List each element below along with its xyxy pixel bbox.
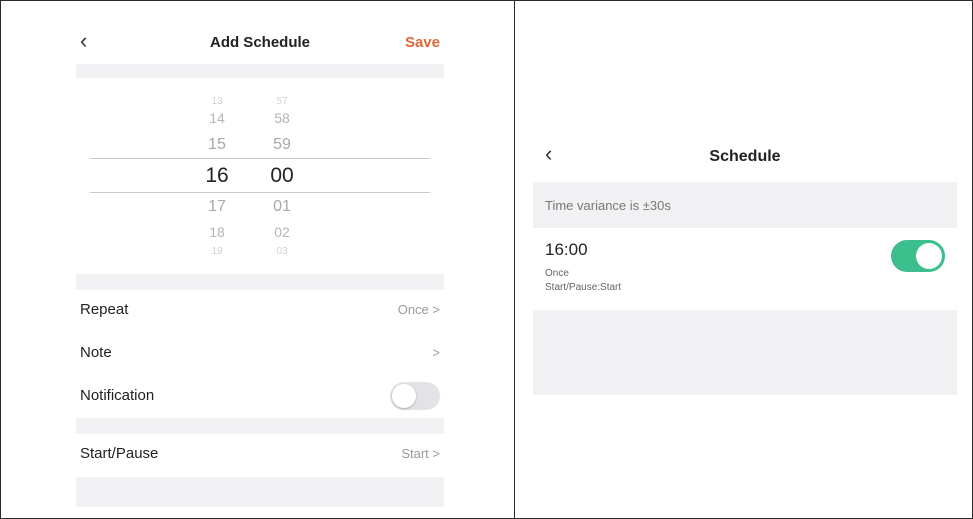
minute-option[interactable]: 58 xyxy=(257,110,307,126)
variance-banner: Time variance is ±30s xyxy=(533,182,957,228)
add-schedule-header: ‹ Add Schedule Save xyxy=(76,22,444,62)
start-pause-label: Start/Pause xyxy=(80,445,159,462)
notification-label: Notification xyxy=(80,387,155,404)
toggle-knob xyxy=(916,243,942,269)
hour-option[interactable]: 17 xyxy=(192,198,242,216)
hour-option[interactable]: 15 xyxy=(192,136,242,154)
page-title: Schedule xyxy=(709,148,781,165)
minute-wheel[interactable]: 57 58 59 00 01 02 03 xyxy=(257,78,307,274)
notification-toggle[interactable] xyxy=(390,382,440,410)
section-separator xyxy=(76,64,444,78)
variance-text: Time variance is ±30s xyxy=(545,198,671,213)
panel-divider xyxy=(514,0,515,519)
hour-option[interactable]: 19 xyxy=(192,246,242,257)
minute-option[interactable]: 03 xyxy=(257,246,307,257)
section-separator xyxy=(76,418,444,434)
note-row[interactable]: Note > xyxy=(76,333,444,373)
notification-row: Notification xyxy=(76,376,444,416)
minute-option[interactable]: 57 xyxy=(257,96,307,107)
toggle-knob xyxy=(392,384,416,408)
hour-selected[interactable]: 16 xyxy=(192,164,242,188)
repeat-label: Repeat xyxy=(80,301,129,318)
minute-selected[interactable]: 00 xyxy=(257,164,307,188)
schedule-action: Start/Pause:Start xyxy=(545,282,622,293)
empty-area xyxy=(533,310,957,395)
schedule-item[interactable]: 16:00 Once Start/Pause:Start xyxy=(533,228,957,310)
schedule-enable-toggle[interactable] xyxy=(891,240,945,272)
schedule-time: 16:00 xyxy=(545,240,588,259)
minute-option[interactable]: 02 xyxy=(257,224,307,240)
hour-option[interactable]: 18 xyxy=(192,224,242,240)
minute-option[interactable]: 01 xyxy=(257,198,307,216)
schedule-screen: ‹ Schedule Time variance is ±30s 16:00 O… xyxy=(533,0,957,519)
note-label: Note xyxy=(80,344,112,361)
page-title: Add Schedule xyxy=(209,34,310,51)
hour-wheel[interactable]: 13 14 15 16 17 18 19 xyxy=(192,78,242,274)
add-schedule-screen: ‹ Add Schedule Save 13 14 15 16 17 18 19… xyxy=(76,0,444,519)
start-pause-value: Start > xyxy=(401,446,440,461)
section-separator xyxy=(76,274,444,290)
chevron-right-icon: > xyxy=(432,345,440,360)
time-picker[interactable]: 13 14 15 16 17 18 19 57 58 59 00 01 02 0… xyxy=(76,78,444,274)
hour-option[interactable]: 13 xyxy=(192,96,242,107)
repeat-row[interactable]: Repeat Once > xyxy=(76,290,444,330)
hour-option[interactable]: 14 xyxy=(192,110,242,126)
repeat-value: Once > xyxy=(397,302,440,317)
save-button[interactable]: Save xyxy=(405,34,440,51)
minute-option[interactable]: 59 xyxy=(257,136,307,154)
footer-band xyxy=(76,477,444,507)
schedule-repeat: Once xyxy=(545,268,569,279)
start-pause-row[interactable]: Start/Pause Start > xyxy=(76,434,444,474)
